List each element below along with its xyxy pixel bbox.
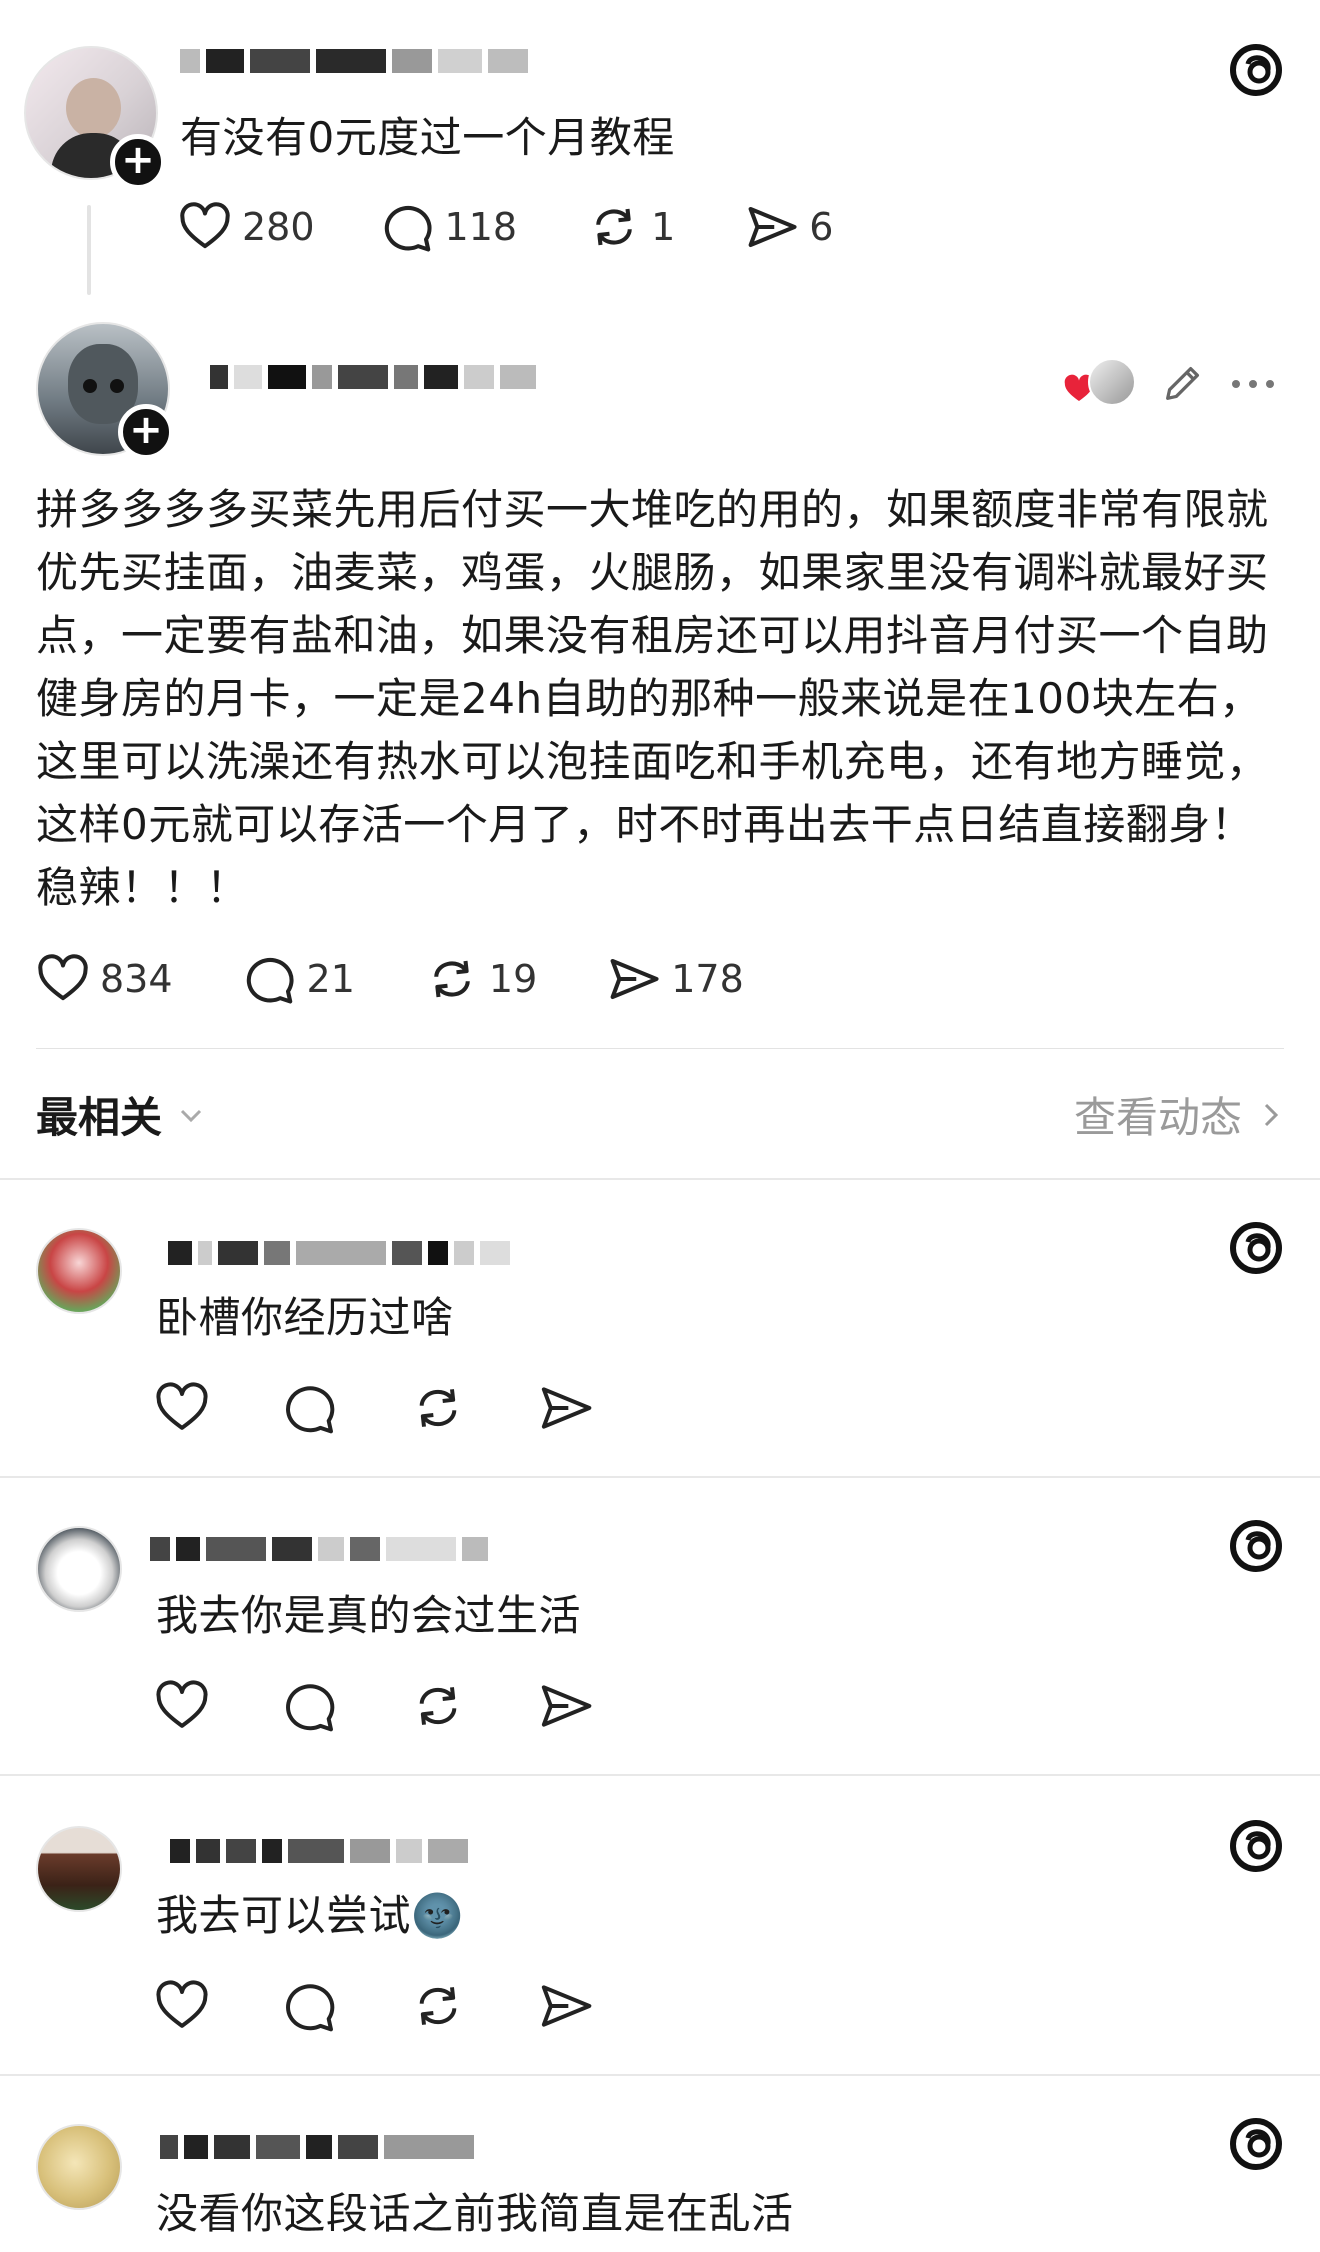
comment-button[interactable]: 118 — [381, 200, 518, 254]
repost-icon — [596, 208, 632, 246]
username-redacted — [210, 362, 536, 392]
username-redacted — [180, 46, 528, 76]
repost-count: 19 — [488, 957, 538, 1001]
divider — [0, 1476, 1320, 1478]
repost-button[interactable]: 1 — [587, 200, 675, 254]
comment-count: 118 — [444, 205, 518, 249]
post-text: 有没有0元度过一个月教程 — [180, 113, 675, 162]
username-redacted — [170, 1836, 468, 1866]
avatar[interactable] — [36, 1826, 122, 1912]
divider — [0, 1774, 1320, 1776]
chevron-down-icon — [180, 1109, 202, 1122]
share-icon[interactable] — [538, 1978, 594, 2034]
comment-text: 没看你这段话之前我简直是在乱活 — [156, 2189, 794, 2238]
username-redacted — [160, 2132, 474, 2162]
comment-button[interactable]: 21 — [243, 952, 355, 1006]
threads-logo-icon[interactable] — [1226, 1516, 1286, 1576]
follow-plus-icon[interactable]: + — [110, 134, 166, 190]
post-actions: 280 118 1 6 — [178, 200, 833, 254]
share-icon[interactable] — [538, 1678, 594, 1734]
comment-text: 我去你是真的会过生活 — [156, 1591, 582, 1640]
share-button[interactable]: 6 — [745, 200, 833, 254]
liked-by-indicator[interactable] — [1062, 358, 1136, 408]
threads-logo-icon[interactable] — [1226, 1218, 1286, 1278]
comment-actions — [154, 1978, 594, 2034]
post-text: 拼多多多多买菜先用后付买一大堆吃的用的，如果额度非常有限就优先买挂面，油麦菜，鸡… — [36, 485, 1269, 912]
threads-logo-icon[interactable] — [1226, 40, 1286, 100]
liker-avatar — [1088, 358, 1136, 406]
repost-icon[interactable] — [410, 1978, 466, 2034]
share-icon[interactable] — [538, 1380, 594, 1436]
comment-icon[interactable] — [282, 1978, 338, 2034]
view-activity-link[interactable]: 查看动态 — [1074, 1084, 1284, 1145]
comment-count: 21 — [306, 957, 355, 1001]
divider — [0, 1178, 1320, 1180]
view-activity-label: 查看动态 — [1073, 1093, 1242, 1142]
repost-icon[interactable] — [410, 1678, 466, 1734]
repost-count: 1 — [651, 205, 676, 249]
divider — [36, 1048, 1284, 1049]
repost-button[interactable]: 19 — [425, 952, 537, 1006]
share-count: 178 — [671, 957, 744, 1001]
share-icon — [748, 206, 797, 248]
share-icon — [610, 958, 659, 1000]
sort-label: 最相关 — [36, 1093, 163, 1142]
heart-icon[interactable] — [154, 1380, 210, 1436]
sort-dropdown[interactable]: 最相关 — [36, 1084, 206, 1145]
like-button[interactable]: 280 — [178, 200, 315, 254]
heart-icon[interactable] — [154, 1978, 210, 2034]
comment-icon — [384, 205, 432, 252]
edit-pencil-icon[interactable] — [1160, 360, 1206, 406]
share-button[interactable]: 178 — [607, 952, 744, 1006]
threads-logo-icon[interactable] — [1226, 2114, 1286, 2174]
heart-icon — [180, 202, 230, 249]
threads-logo-icon[interactable] — [1226, 1816, 1286, 1876]
more-options-icon[interactable] — [1232, 380, 1274, 388]
follow-plus-icon[interactable]: + — [118, 404, 174, 460]
like-count: 834 — [100, 957, 173, 1001]
comment-actions — [154, 1380, 594, 1436]
avatar[interactable] — [36, 2124, 122, 2210]
comment-actions — [154, 1678, 594, 1734]
comment-icon[interactable] — [282, 1678, 338, 1734]
comment-text: 卧槽你经历过啥 — [156, 1293, 454, 1342]
like-button[interactable]: 834 — [36, 952, 173, 1006]
heart-icon — [38, 954, 88, 1001]
comment-icon — [246, 957, 294, 1004]
repost-icon[interactable] — [410, 1380, 466, 1436]
avatar[interactable] — [36, 1526, 122, 1612]
comment-text: 我去可以尝试🌚 — [156, 1891, 464, 1940]
thread-line — [87, 205, 91, 295]
share-count: 6 — [809, 205, 834, 249]
username-redacted — [168, 1238, 510, 1268]
like-count: 280 — [242, 205, 315, 249]
chevron-right-icon — [1264, 1103, 1279, 1126]
heart-icon[interactable] — [154, 1678, 210, 1734]
divider — [0, 2074, 1320, 2076]
repost-icon — [434, 960, 470, 998]
username-redacted — [150, 1534, 488, 1564]
avatar[interactable] — [36, 1228, 122, 1314]
post-actions: 834 21 19 178 — [36, 952, 744, 1006]
comment-icon[interactable] — [282, 1380, 338, 1436]
